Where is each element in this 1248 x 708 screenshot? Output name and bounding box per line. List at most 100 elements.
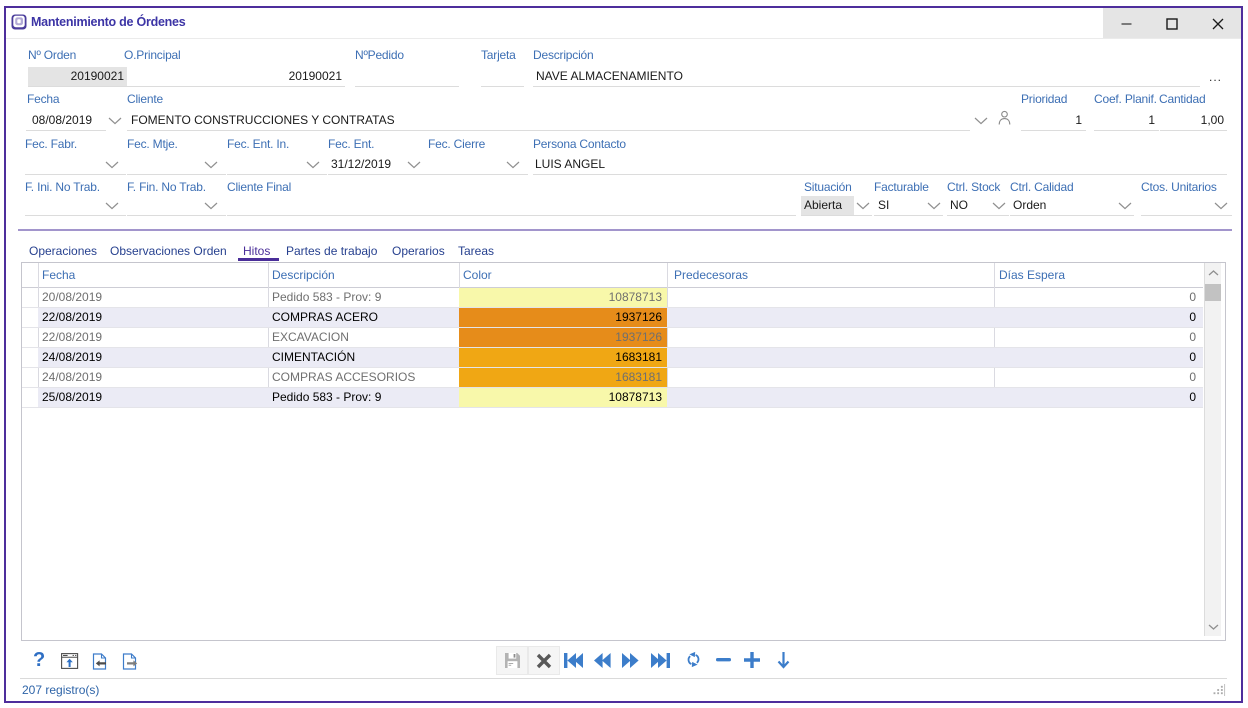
facturable-dropdown-icon[interactable] <box>927 202 941 210</box>
next-record-button[interactable] <box>622 653 640 668</box>
form-separator <box>18 229 1232 231</box>
fecha-dropdown-icon[interactable] <box>108 117 122 125</box>
table-row[interactable]: 20/08/2019 Pedido 583 - Prov: 9 10878713… <box>22 288 1203 308</box>
descripcion-field[interactable]: NAVE ALMACENAMIENTO <box>533 67 1200 87</box>
norden-field[interactable]: 20190021 <box>28 67 127 87</box>
persona-contacto-label: Persona Contacto <box>533 137 626 151</box>
delete-button[interactable] <box>528 646 560 675</box>
fecha-field[interactable]: 08/08/2019 <box>26 111 106 131</box>
refresh-button[interactable] <box>686 651 701 668</box>
export-window-button[interactable] <box>61 653 79 670</box>
tarjeta-field[interactable] <box>481 67 524 87</box>
help-button[interactable]: ? <box>33 649 45 672</box>
npedido-label: NºPedido <box>355 48 404 62</box>
resize-grip[interactable] <box>1213 684 1227 696</box>
fec-cierre-dropdown-icon[interactable] <box>506 161 520 169</box>
cell-fecha: 24/08/2019 <box>42 368 264 387</box>
cantidad-label: Cantidad <box>1159 92 1205 106</box>
close-icon <box>1212 18 1224 30</box>
cell-fecha: 20/08/2019 <box>42 288 264 307</box>
table-row[interactable]: 22/08/2019 EXCAVACION 1937126 0 <box>22 328 1203 348</box>
remove-record-button[interactable] <box>716 658 731 662</box>
fecha-value: 08/08/2019 <box>32 113 92 127</box>
ctrl-calidad-field[interactable]: Orden <box>1010 196 1134 216</box>
persona-contacto-field[interactable]: LUIS ANGEL <box>533 155 1227 175</box>
cell-predecesoras <box>671 308 990 327</box>
oprincipal-value: 20190021 <box>289 69 342 83</box>
f-fin-no-trab-dropdown-icon[interactable] <box>204 202 218 210</box>
col-header-predecesoras[interactable]: Predecesoras <box>674 268 748 282</box>
col-header-color[interactable]: Color <box>463 268 492 282</box>
tarjeta-label: Tarjeta <box>481 48 516 62</box>
situacion-dropdown-icon[interactable] <box>856 202 870 210</box>
contact-person-icon[interactable] <box>996 109 1013 127</box>
ctrl-stock-dropdown-icon[interactable] <box>992 202 1006 210</box>
table-row[interactable]: 24/08/2019 COMPRAS ACCESORIOS 1683181 0 <box>22 368 1203 388</box>
tab-observaciones-orden[interactable]: Observaciones Orden <box>110 243 227 259</box>
fec-mtje-dropdown-icon[interactable] <box>204 161 218 169</box>
cell-fecha: 22/08/2019 <box>42 308 264 327</box>
descripcion-more-button[interactable]: ... <box>1209 70 1222 84</box>
cantidad-field[interactable]: 1,00 <box>1160 111 1227 131</box>
table-row[interactable]: 24/08/2019 CIMENTACIÓN 1683181 0 <box>22 348 1203 368</box>
prioridad-value: 1 <box>1075 113 1082 127</box>
oprincipal-field[interactable]: 20190021 <box>127 67 345 87</box>
tab-operarios[interactable]: Operarios <box>392 243 445 259</box>
scroll-up-icon[interactable] <box>1208 270 1219 276</box>
cell-color: 10878713 <box>459 388 667 407</box>
delete-icon <box>536 653 552 669</box>
cliente-label: Cliente <box>127 92 163 106</box>
cliente-field[interactable]: FOMENTO CONSTRUCCIONES Y CONTRATAS <box>127 111 970 131</box>
npedido-field[interactable] <box>355 67 459 87</box>
cell-dias-espera: 0 <box>994 388 1203 407</box>
previous-record-button[interactable] <box>593 653 611 668</box>
scrollbar-thumb[interactable] <box>1205 284 1221 301</box>
maximize-button[interactable] <box>1149 8 1195 39</box>
descripcion-value: NAVE ALMACENAMIENTO <box>536 69 683 83</box>
first-record-button[interactable] <box>564 653 583 668</box>
cell-predecesoras <box>671 368 990 387</box>
tab-operaciones[interactable]: Operaciones <box>29 243 97 259</box>
cell-fecha: 24/08/2019 <box>42 348 264 367</box>
minimize-icon <box>1121 18 1132 29</box>
table-row[interactable]: 22/08/2019 COMPRAS ACERO 1937126 0 <box>22 308 1203 328</box>
vertical-scrollbar[interactable] <box>1204 263 1221 636</box>
f-ini-no-trab-dropdown-icon[interactable] <box>105 202 119 210</box>
add-record-button[interactable] <box>744 652 760 668</box>
tab-hitos[interactable]: Hitos <box>243 243 270 259</box>
last-record-button[interactable] <box>651 653 670 668</box>
cell-dias-espera: 0 <box>994 348 1203 367</box>
minimize-button[interactable] <box>1103 8 1149 39</box>
import-document-button[interactable] <box>92 653 108 670</box>
table-row[interactable]: 25/08/2019 Pedido 583 - Prov: 9 10878713… <box>22 388 1203 408</box>
close-button[interactable] <box>1195 8 1241 39</box>
ctrl-calidad-dropdown-icon[interactable] <box>1118 202 1132 210</box>
cell-descripcion: COMPRAS ACERO <box>272 308 455 327</box>
cell-dias-espera: 0 <box>994 288 1203 307</box>
save-button[interactable] <box>496 646 528 675</box>
norden-label: Nº Orden <box>28 48 76 62</box>
app-icon <box>11 14 27 30</box>
cliente-final-field[interactable] <box>227 196 796 216</box>
coef-planif-field[interactable]: 1 <box>1094 111 1159 131</box>
fec-ent-in-label: Fec. Ent. In. <box>227 137 289 151</box>
ctos-unitarios-dropdown-icon[interactable] <box>1214 202 1228 210</box>
tab-tareas[interactable]: Tareas <box>458 243 494 259</box>
facturable-label: Facturable <box>874 180 929 194</box>
fec-ent-dropdown-icon[interactable] <box>407 161 421 169</box>
fec-cierre-label: Fec. Cierre <box>428 137 485 151</box>
cell-color: 1683181 <box>459 368 667 387</box>
export-document-button[interactable] <box>122 653 138 670</box>
prioridad-field[interactable]: 1 <box>1021 111 1086 131</box>
scroll-down-icon[interactable] <box>1208 624 1219 630</box>
cell-descripcion: EXCAVACION <box>272 328 455 347</box>
col-header-dias-espera[interactable]: Días Espera <box>999 268 1065 282</box>
cliente-dropdown-icon[interactable] <box>974 117 988 125</box>
col-header-descripcion[interactable]: Descripción <box>272 268 335 282</box>
fec-fabr-dropdown-icon[interactable] <box>105 161 119 169</box>
col-header-fecha[interactable]: Fecha <box>42 268 75 282</box>
fec-ent-in-dropdown-icon[interactable] <box>306 161 320 169</box>
tab-partes-de-trabajo[interactable]: Partes de trabajo <box>286 243 377 259</box>
cell-color: 1937126 <box>459 328 667 347</box>
move-down-button[interactable] <box>777 651 790 669</box>
